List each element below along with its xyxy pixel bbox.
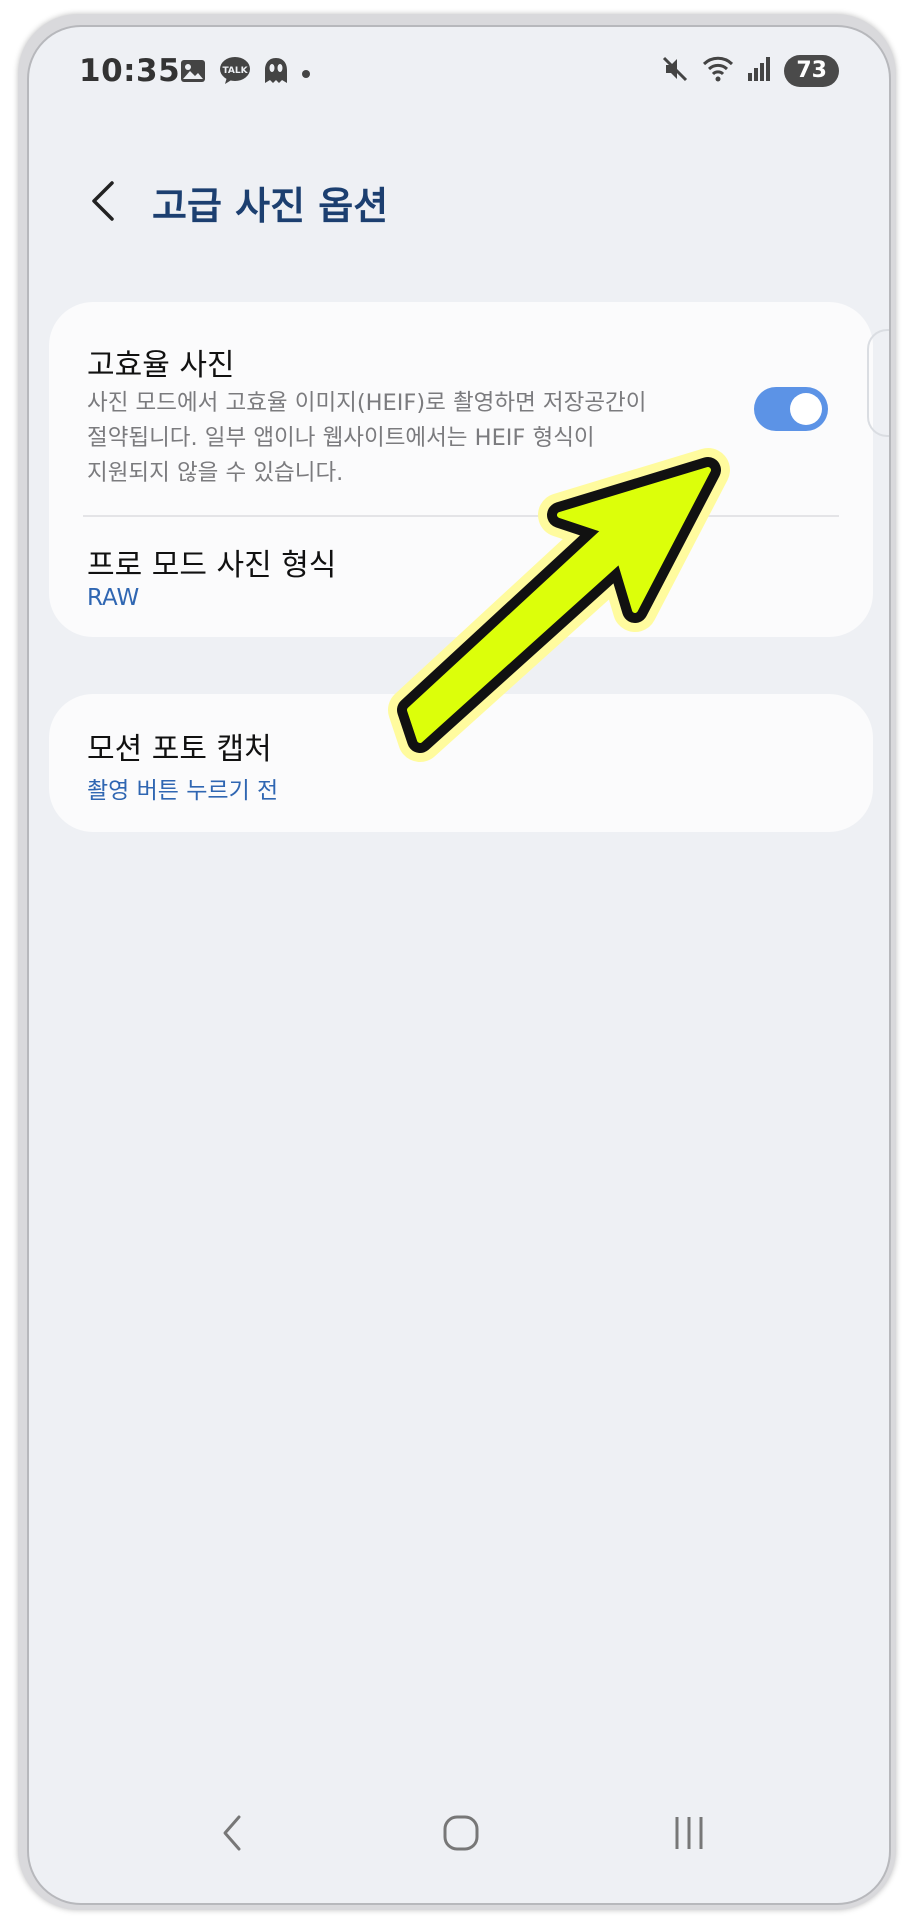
app-header: 고급 사진 옵션 <box>29 157 889 247</box>
setting-title-motion-photo: 모션 포토 캡처 <box>87 732 272 767</box>
status-bar: 10:35 TALK 73 <box>29 27 889 117</box>
divider <box>83 515 839 517</box>
setting-value-motion-photo: 촬영 버튼 누르기 전 <box>87 778 279 804</box>
setting-desc-heif-line1: 사진 모드에서 고효율 이미지(HEIF)로 촬영하면 저장공간이 <box>87 390 647 416</box>
system-status-icons: 73 <box>660 53 839 89</box>
image-icon <box>179 57 207 89</box>
nav-back-button[interactable] <box>202 1803 262 1863</box>
wifi-icon <box>702 54 734 88</box>
setting-value-pro-mode-format: RAW <box>87 585 140 611</box>
phone-screen: 10:35 TALK 73 고급 사진 옵션 고효율 사진 사진 모드에서 고효… <box>27 25 891 1905</box>
chevron-left-icon <box>92 181 114 221</box>
navigation-bar <box>29 1773 889 1903</box>
nav-recents-button[interactable] <box>659 1803 719 1863</box>
home-icon <box>443 1815 479 1851</box>
recents-icon <box>675 1817 703 1849</box>
alien-icon <box>263 56 289 90</box>
settings-card-photo-format: 고효율 사진 사진 모드에서 고효율 이미지(HEIF)로 촬영하면 저장공간이… <box>49 302 873 637</box>
nav-home-button[interactable] <box>431 1803 491 1863</box>
notification-icons: TALK <box>179 55 311 91</box>
back-icon <box>223 1815 241 1851</box>
battery-indicator: 73 <box>784 55 839 87</box>
talk-icon-label: TALK <box>222 66 248 76</box>
setting-title-pro-mode-format: 프로 모드 사진 형식 <box>87 548 337 583</box>
back-button[interactable] <box>79 177 127 225</box>
heif-toggle-switch[interactable] <box>754 387 828 431</box>
settings-card-motion-photo[interactable]: 모션 포토 캡처 촬영 버튼 누르기 전 <box>49 694 873 832</box>
setting-title-heif: 고효율 사진 <box>87 348 235 383</box>
mute-icon <box>660 54 690 88</box>
page-title: 고급 사진 옵션 <box>152 184 389 228</box>
toggle-knob <box>790 393 822 425</box>
talk-icon: TALK <box>219 56 251 90</box>
status-time: 10:35 <box>79 53 181 89</box>
setting-desc-heif-line3: 지원되지 않을 수 있습니다. <box>87 460 344 486</box>
setting-desc-heif-line2: 절약됩니다. 일부 앱이나 웹사이트에서는 HEIF 형식이 <box>87 425 595 451</box>
dot-icon <box>301 64 311 83</box>
signal-icon <box>746 55 772 87</box>
edge-panel-handle[interactable] <box>867 329 889 437</box>
